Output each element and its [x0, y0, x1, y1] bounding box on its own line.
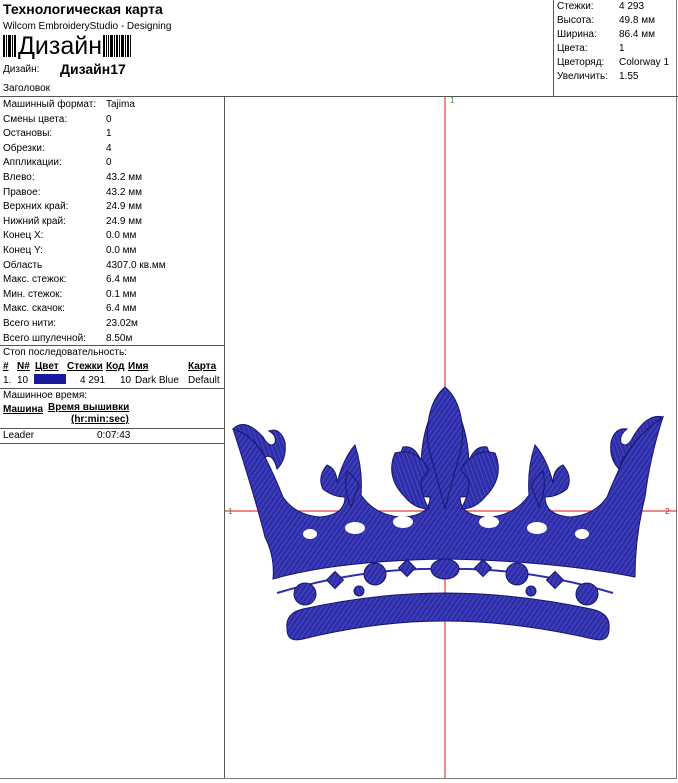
row-n: 10 — [17, 375, 29, 386]
marker-right: 2 — [665, 507, 670, 516]
marker-left: 1 — [228, 507, 233, 516]
row-name: Dark Blue — [135, 375, 179, 386]
row-code: 10 — [120, 375, 132, 386]
col-header-n: N# — [17, 361, 30, 372]
marker-top: 1 — [450, 97, 455, 105]
design-label: Дизайн: — [3, 64, 40, 75]
crown-design: 1 1 2 — [225, 96, 677, 778]
barcode-text: Дизайн — [18, 32, 103, 60]
col-header-num: # — [3, 361, 9, 372]
section-divider — [0, 428, 224, 429]
crown-base — [286, 592, 610, 641]
col-header-name: Имя — [128, 361, 149, 372]
row-num: 1. — [3, 375, 12, 386]
page-title: Технологическая карта — [3, 1, 163, 17]
barcode-right-icon — [103, 35, 132, 57]
design-barcode: Дизайн — [3, 33, 133, 59]
col-header-code: Код — [106, 361, 125, 372]
section-divider — [0, 345, 224, 346]
crown-shape — [232, 386, 665, 580]
info-panel: Машинный формат: Tajima Смены цвета: 0 Ост… — [0, 97, 225, 778]
row-card: Default — [188, 375, 220, 386]
col-header-machine: Машина — [3, 404, 44, 415]
col-header-color: Цвет — [35, 361, 59, 372]
design-stats: Стежки: 4 293 Высота: 49.8 мм Ширина: 86.4 … — [553, 0, 678, 96]
col-header-card: Карта — [188, 361, 217, 372]
row-time: 0:07:43 — [97, 430, 131, 441]
section-divider — [0, 443, 224, 444]
col-header-stitches: Стежки — [67, 361, 103, 372]
software-subtitle: Wilcom EmbroideryStudio - Designing — [3, 21, 172, 32]
section-divider — [0, 388, 224, 389]
barcode-left-icon — [3, 35, 16, 57]
machine-time-title: Машинное время: — [3, 390, 88, 401]
design-name: Дизайн17 — [60, 61, 126, 77]
stop-sequence-title: Стоп последовательность: — [3, 347, 127, 358]
col-header-time: Время вышивки — [48, 402, 130, 413]
col-header-time-unit: (hr:min:sec) — [71, 414, 129, 425]
header: Технологическая карта Wilcom EmbroideryS… — [0, 0, 678, 97]
row-stitches: 4 291 — [80, 375, 106, 386]
design-preview: 1 1 2 — [225, 96, 677, 778]
row-machine: Leader — [3, 430, 35, 441]
heading-label: Заголовок — [3, 83, 51, 94]
color-swatch — [34, 374, 66, 384]
